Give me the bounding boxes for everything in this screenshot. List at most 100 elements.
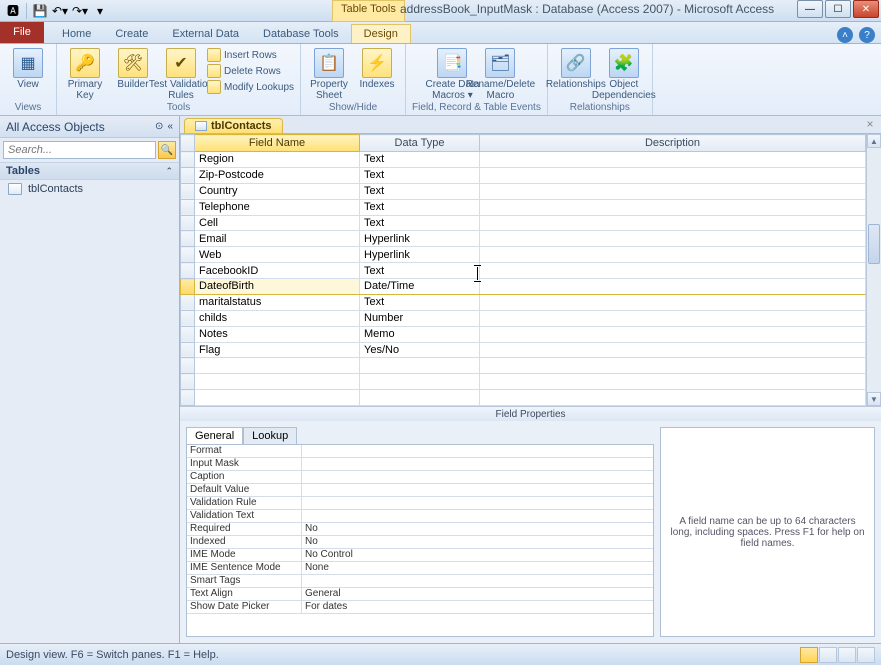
rename-delete-macro-button[interactable]: 🗂Rename/Delete Macro [478,46,522,101]
datasheet-view-button[interactable] [819,647,837,663]
field-name-cell[interactable]: Flag [195,342,360,358]
nav-collapse-icon[interactable]: « [167,121,173,132]
property-value[interactable]: For dates [302,601,653,614]
search-input[interactable] [3,141,156,159]
pivot-chart-view-button[interactable] [857,647,875,663]
property-value[interactable] [302,484,653,497]
scroll-down-icon[interactable]: ▼ [867,392,881,406]
save-icon[interactable]: 💾 [31,2,49,20]
property-value[interactable] [302,575,653,588]
delete-rows-button[interactable]: Delete Rows [207,64,294,78]
table-row[interactable]: WebHyperlink [181,247,866,263]
row-selector[interactable] [181,199,195,215]
row-selector[interactable] [181,263,195,279]
field-name-cell[interactable] [195,358,360,374]
tab-external-data[interactable]: External Data [160,25,251,43]
table-row[interactable]: maritalstatusText [181,294,866,310]
property-value[interactable] [302,458,653,471]
property-row[interactable]: IME Sentence ModeNone [187,562,653,575]
scroll-up-icon[interactable]: ▲ [867,134,881,148]
col-header-field-name[interactable]: Field Name [195,135,360,152]
data-type-cell[interactable] [360,358,480,374]
table-row[interactable] [181,390,866,406]
property-row[interactable]: Text AlignGeneral [187,588,653,601]
data-type-cell[interactable]: Text [360,215,480,231]
description-cell[interactable] [480,183,866,199]
description-cell[interactable] [480,326,866,342]
table-row[interactable] [181,358,866,374]
table-row[interactable]: EmailHyperlink [181,231,866,247]
property-value[interactable] [302,510,653,523]
data-type-cell[interactable]: Memo [360,326,480,342]
field-name-cell[interactable]: childs [195,310,360,326]
qat-customize-icon[interactable]: ▾ [91,2,109,20]
modify-lookups-button[interactable]: Modify Lookups [207,80,294,94]
description-cell[interactable] [480,310,866,326]
nav-header[interactable]: All Access Objects ⊙ « [0,116,179,138]
indexes-button[interactable]: ⚡Indexes [355,46,399,91]
design-view-button[interactable] [800,647,818,663]
row-selector[interactable] [181,279,195,295]
row-selector[interactable] [181,358,195,374]
minimize-ribbon-icon[interactable]: ˄ [837,27,853,43]
property-row[interactable]: Default Value [187,484,653,497]
table-row[interactable]: DateofBirthDate/Time [181,279,866,295]
field-name-cell[interactable]: Country [195,183,360,199]
data-type-cell[interactable] [360,374,480,390]
data-type-cell[interactable]: Date/Time [360,279,480,295]
description-cell[interactable] [480,279,866,295]
data-type-cell[interactable]: Yes/No [360,342,480,358]
col-header-description[interactable]: Description [480,135,866,152]
table-row[interactable]: RegionText [181,152,866,168]
description-cell[interactable] [480,342,866,358]
data-type-cell[interactable]: Text [360,152,480,168]
data-type-cell[interactable]: Text [360,167,480,183]
property-value[interactable]: No [302,536,653,549]
row-selector[interactable] [181,231,195,247]
row-selector[interactable] [181,374,195,390]
property-value[interactable] [302,445,653,458]
maximize-button[interactable]: ☐ [825,0,851,18]
property-row[interactable]: Format [187,445,653,458]
property-row[interactable]: Validation Text [187,510,653,523]
description-cell[interactable] [480,199,866,215]
nav-filter-icon[interactable]: ⊙ [155,121,163,132]
property-row[interactable]: Smart Tags [187,575,653,588]
property-value[interactable] [302,497,653,510]
table-row[interactable]: Zip-PostcodeText [181,167,866,183]
description-cell[interactable] [480,358,866,374]
property-row[interactable]: Input Mask [187,458,653,471]
test-validation-button[interactable]: ✔Test Validation Rules [159,46,203,101]
field-name-cell[interactable]: Zip-Postcode [195,167,360,183]
field-name-cell[interactable]: Email [195,231,360,247]
tab-design[interactable]: Design [351,24,411,43]
document-tab-tblcontacts[interactable]: tblContacts [184,118,283,133]
row-selector[interactable] [181,152,195,168]
row-selector[interactable] [181,215,195,231]
tab-database-tools[interactable]: Database Tools [251,25,351,43]
property-value[interactable]: No [302,523,653,536]
search-button[interactable]: 🔍 [158,141,176,159]
property-row[interactable]: RequiredNo [187,523,653,536]
table-row[interactable]: childsNumber [181,310,866,326]
row-selector[interactable] [181,326,195,342]
property-row[interactable]: IME ModeNo Control [187,549,653,562]
access-app-icon[interactable]: 🅰 [4,2,22,20]
field-name-cell[interactable] [195,390,360,406]
field-name-cell[interactable]: Telephone [195,199,360,215]
table-row[interactable]: FlagYes/No [181,342,866,358]
undo-icon[interactable]: ↶▾ [51,2,69,20]
property-row[interactable]: Show Date PickerFor dates [187,601,653,614]
nav-group-tables[interactable]: Tables ⌃ [0,162,179,180]
description-cell[interactable] [480,263,866,279]
col-header-data-type[interactable]: Data Type [360,135,480,152]
tab-home[interactable]: Home [50,25,103,43]
data-type-cell[interactable]: Text [360,199,480,215]
property-sheet-button[interactable]: 📋Property Sheet [307,46,351,101]
description-cell[interactable] [480,390,866,406]
field-name-cell[interactable]: Cell [195,215,360,231]
property-row[interactable]: Validation Rule [187,497,653,510]
table-row[interactable]: CellText [181,215,866,231]
property-row[interactable]: Caption [187,471,653,484]
redo-icon[interactable]: ↷▾ [71,2,89,20]
